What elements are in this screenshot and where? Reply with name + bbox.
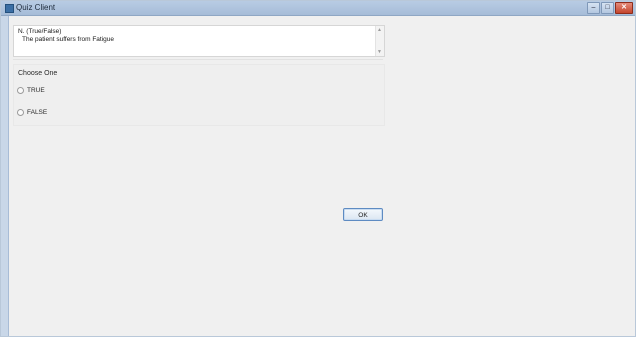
app-icon — [5, 4, 14, 13]
window-title: Quiz Client — [16, 3, 56, 12]
window-controls: – □ ✕ — [587, 2, 633, 14]
divider — [13, 59, 383, 60]
minimize-button[interactable]: – — [587, 2, 600, 14]
maximize-button[interactable]: □ — [601, 2, 614, 14]
option-true-label: TRUE — [27, 87, 45, 94]
main-content: N. (True/False) The patient suffers from… — [9, 16, 635, 336]
option-true[interactable]: TRUE — [17, 87, 45, 94]
close-button[interactable]: ✕ — [615, 2, 633, 14]
scroll-up-icon[interactable]: ▲ — [377, 27, 382, 33]
question-box: N. (True/False) The patient suffers from… — [13, 25, 385, 57]
app-window: Quiz Client – □ ✕ N. (True/False) The pa… — [0, 0, 636, 337]
ok-button[interactable]: OK — [343, 208, 383, 221]
question-number: N. (True/False) — [18, 28, 62, 35]
question-scrollbar[interactable]: ▲ ▼ — [375, 26, 384, 56]
answer-prompt: Choose One — [18, 70, 58, 77]
radio-false[interactable] — [17, 109, 24, 116]
option-false[interactable]: FALSE — [17, 109, 47, 116]
radio-true[interactable] — [17, 87, 24, 94]
scroll-down-icon[interactable]: ▼ — [377, 49, 382, 55]
option-false-label: FALSE — [27, 109, 48, 116]
window-left-frame — [1, 16, 9, 336]
answer-panel: Choose One TRUE FALSE — [13, 64, 385, 126]
title-bar[interactable]: Quiz Client – □ ✕ — [1, 1, 635, 16]
question-text: The patient suffers from Fatigue — [22, 36, 115, 43]
